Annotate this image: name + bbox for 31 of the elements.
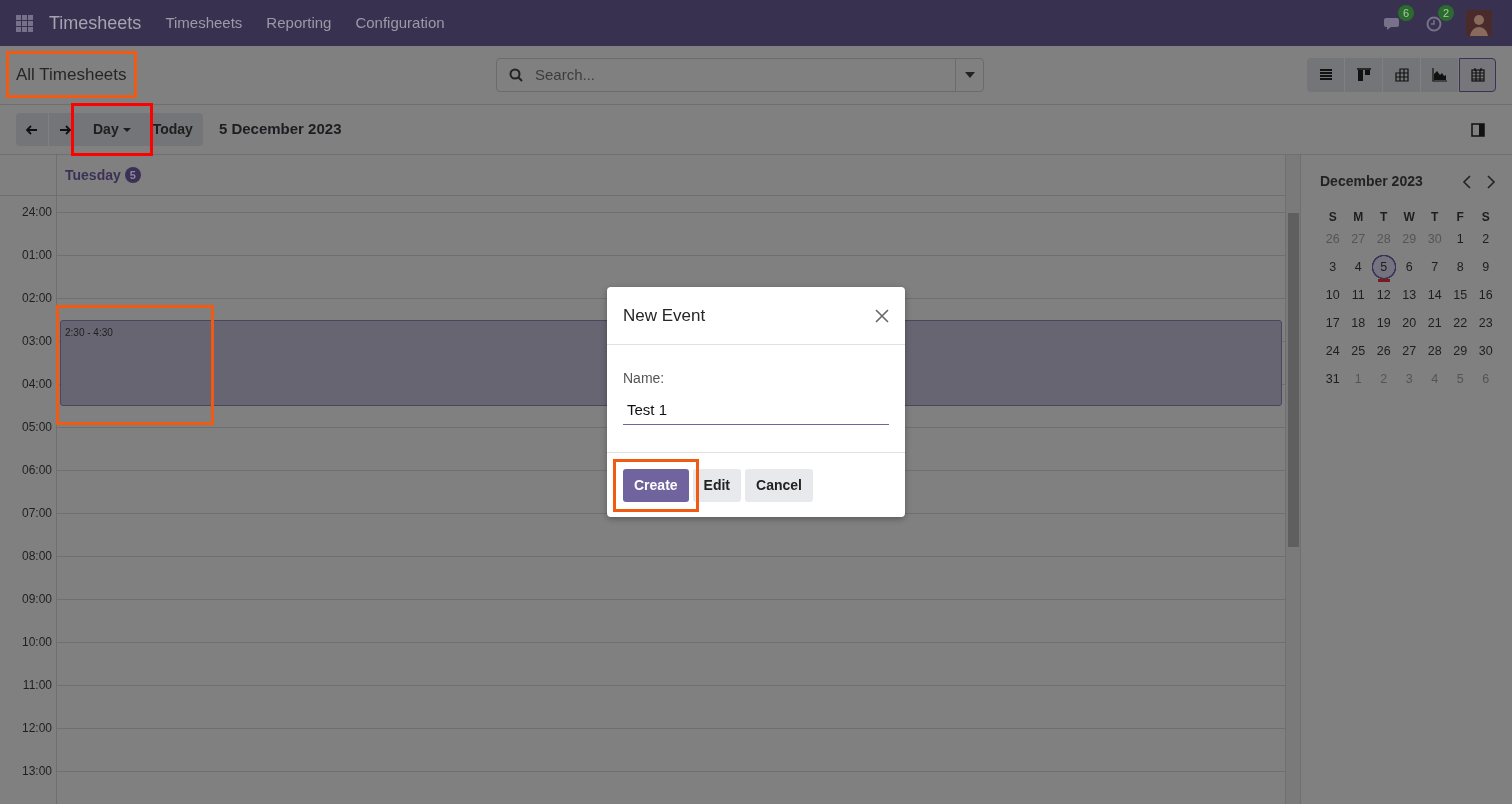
weekday-initial: F: [1455, 209, 1465, 226]
hour-label: 24:00: [20, 204, 52, 222]
hour-label: 04:00: [20, 376, 52, 394]
weekday-initial: T: [1430, 209, 1440, 226]
event-time: 2:30 - 4:30: [65, 325, 113, 340]
hour-label: 01:00: [20, 247, 52, 265]
day-number: 5: [124, 167, 141, 184]
activity-count: 2: [1437, 4, 1454, 21]
month-title: December 2023: [1320, 172, 1423, 191]
field-label: Name:: [623, 369, 666, 388]
current-date: 5 December 2023: [218, 119, 342, 140]
hour-label: 05:00: [20, 419, 52, 437]
message-count: 6: [1397, 4, 1414, 21]
hour-label: 11:00: [21, 677, 52, 695]
weekday-label: Tuesday: [65, 165, 121, 185]
weekday-initial: S: [1327, 209, 1338, 226]
hour-label: 02:00: [20, 290, 52, 308]
hour-label: 09:00: [20, 591, 52, 609]
hour-label: 10:00: [20, 634, 52, 652]
hour-label: 12:00: [20, 720, 52, 738]
hour-label: 13:00: [20, 763, 52, 781]
weekday-initial: S: [1480, 209, 1491, 226]
page-title: All Timesheets: [16, 65, 127, 85]
weekday-initial: W: [1402, 209, 1416, 226]
hour-label: 03:00: [20, 333, 52, 351]
hour-label: 07:00: [20, 505, 52, 523]
weekday-initial: T: [1379, 209, 1389, 226]
dialog-title: New Event: [623, 304, 706, 327]
hour-label: 06:00: [20, 462, 52, 480]
weekday-initial: M: [1352, 209, 1365, 226]
hour-label: 08:00: [20, 548, 52, 566]
